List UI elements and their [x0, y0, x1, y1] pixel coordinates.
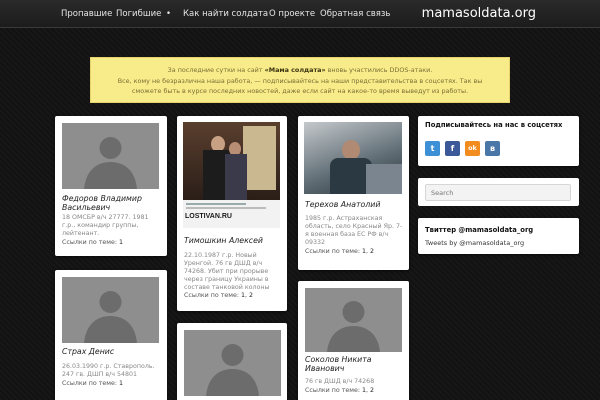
placeholder-photo	[62, 123, 159, 189]
notice-line-3: сможете быть в курсе последних новостей,…	[131, 87, 469, 95]
soldier-name[interactable]: Федоров Владимир Васильевич	[62, 194, 160, 212]
soldier-name[interactable]: Соколов Никита Иванович	[305, 355, 403, 373]
related-links: Ссылки по теме: 1	[62, 380, 124, 387]
soldier-card[interactable]: Терехов Анатолий 1985 г.р. Астраханская …	[298, 116, 409, 270]
related-links: Ссылки по теме: 1, 2	[305, 248, 375, 255]
related-link[interactable]: 1	[119, 239, 123, 246]
soldier-photo: LOSTIVAN.RU	[183, 122, 280, 228]
soldier-card[interactable]: Соколов Никита Иванович 76 гв ДШД в/ч 74…	[298, 281, 409, 400]
twitter-panel-title: Твиттер @mamasoldata_org	[425, 226, 534, 234]
related-link[interactable]: 2	[249, 292, 253, 299]
top-navbar: Пропавшие Погибшие • Как найти солдата О…	[0, 0, 600, 28]
photo-watermark: LOSTIVAN.RU	[185, 213, 232, 220]
person-silhouette-icon	[206, 344, 259, 396]
related-link[interactable]: 1	[119, 380, 123, 387]
nav-item-feedback[interactable]: Обратная связь	[320, 9, 390, 19]
related-link[interactable]: 1	[362, 387, 366, 394]
soldier-card[interactable]: Страх Денис 26.03.1990 г.р. Ставрополь. …	[55, 270, 167, 400]
notice-line-1: За последние сутки на сайт «Мама солдата…	[167, 66, 433, 74]
nav-item-how-to-find[interactable]: Как найти солдата	[183, 9, 268, 19]
nav-item-about[interactable]: О проекте	[269, 9, 315, 19]
soldier-card[interactable]: LOSTIVAN.RU Тимошкин Алексей 22.10.1987 …	[177, 116, 287, 311]
related-link[interactable]: 1	[241, 292, 245, 299]
notice-line-2: Все, кому не безразлична наша работа, — …	[117, 76, 483, 85]
soldier-info: 22.10.1987 г.р. Новый Уренгой. 76 гв ДШД…	[184, 252, 270, 291]
soldier-card[interactable]: Федоров Владимир Васильевич 18 ОМСБР в/ч…	[55, 116, 167, 256]
nav-item-missing[interactable]: Пропавшие	[61, 9, 112, 19]
social-panel-title: Подписывайтесь на нас в соцсетях	[425, 121, 563, 129]
ddos-notice: За последние сутки на сайт «Мама солдата…	[90, 57, 510, 103]
twitter-panel: Твиттер @mamasoldata_org Tweets by @mama…	[418, 218, 579, 254]
soldier-name[interactable]: Тимошкин Алексей	[184, 236, 263, 245]
related-links: Ссылки по теме: 1, 2	[305, 387, 375, 394]
person-silhouette-icon	[327, 301, 380, 352]
placeholder-photo	[62, 277, 159, 343]
search-input[interactable]	[425, 184, 571, 201]
related-link[interactable]: 1	[362, 248, 366, 255]
soldier-card[interactable]	[177, 323, 287, 400]
placeholder-photo	[305, 288, 402, 352]
nav-item-killed[interactable]: Погибшие	[116, 9, 161, 19]
person-silhouette-icon	[84, 137, 137, 189]
social-panel: Подписывайтесь на нас в соцсетях t f ok …	[418, 116, 579, 166]
soldier-info: 26.03.1990 г.р. Ставрополь. 247 гв. ДШП …	[62, 363, 155, 378]
soldier-photo	[304, 122, 402, 194]
placeholder-photo	[184, 330, 281, 396]
soldier-info: 76 гв ДШД в/ч 74268	[305, 378, 375, 385]
soldier-info: 18 ОМСБР в/ч 27777. 1981 г.р., командир …	[62, 214, 149, 237]
soldier-info: 1985 г.р. Астраханская область, село Кра…	[305, 215, 403, 246]
related-link[interactable]: 2	[370, 387, 374, 394]
related-links: Ссылки по теме: 1, 2	[184, 292, 254, 299]
tweets-by-link[interactable]: Tweets by @mamasoldata_org	[425, 239, 524, 247]
related-link[interactable]: 2	[370, 248, 374, 255]
nav-separator-dot: •	[166, 9, 172, 19]
site-logo[interactable]: mamasoldata.org	[422, 6, 536, 21]
facebook-icon[interactable]: f	[445, 141, 460, 156]
odnoklassniki-icon[interactable]: ok	[465, 141, 480, 156]
person-silhouette-icon	[84, 291, 137, 343]
soldier-name[interactable]: Страх Денис	[62, 347, 114, 356]
soldier-name[interactable]: Терехов Анатолий	[305, 200, 380, 209]
notice-site-name: «Мама солдата»	[264, 66, 326, 74]
twitter-icon[interactable]: t	[425, 141, 440, 156]
related-links: Ссылки по теме: 1	[62, 239, 124, 246]
vkontakte-icon[interactable]: в	[485, 141, 500, 156]
